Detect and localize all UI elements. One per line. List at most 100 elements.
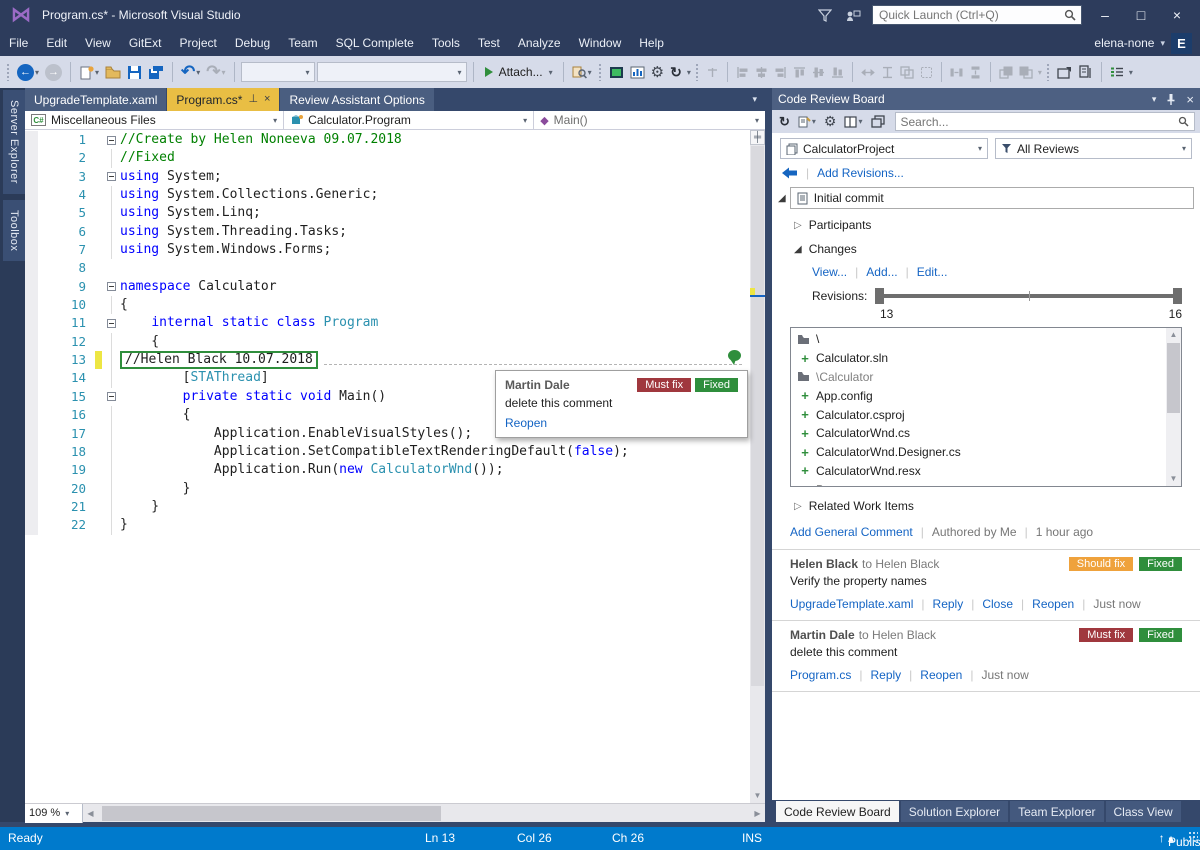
undo-icon[interactable]: ↶▾	[179, 61, 202, 83]
breakpoint-margin[interactable]	[25, 516, 38, 534]
editor-vertical-scrollbar[interactable]: ▲ ▼	[750, 130, 765, 803]
scroll-right-icon[interactable]: ▶	[750, 809, 765, 818]
project-select[interactable]: CalculatorProject ▾	[780, 138, 988, 159]
changes-add-link[interactable]: Add...	[866, 265, 897, 279]
fold-margin[interactable]	[102, 131, 120, 149]
menu-window[interactable]: Window	[570, 36, 631, 50]
project-dropdown[interactable]: C# Miscellaneous Files ▾	[25, 111, 284, 129]
new-review-icon[interactable]: ▾	[796, 111, 818, 133]
filelist-scrollbar[interactable]: ▲ ▼	[1166, 328, 1181, 486]
breakpoint-margin[interactable]	[25, 369, 38, 387]
menu-view[interactable]: View	[76, 36, 120, 50]
breakpoint-margin[interactable]	[25, 149, 38, 167]
file-row[interactable]: +Calculator.sln	[791, 349, 1166, 368]
panel-tab-solution-explorer[interactable]: Solution Explorer	[901, 801, 1008, 822]
breakpoint-margin[interactable]	[25, 241, 38, 259]
breakpoint-margin[interactable]	[25, 296, 38, 314]
navigate-search-icon[interactable]: ▾	[570, 61, 594, 83]
signed-in-user[interactable]: elena-none	[1094, 36, 1154, 50]
comment-link-reply[interactable]: Reply	[870, 668, 901, 682]
pin-icon[interactable]	[1166, 93, 1176, 105]
fold-margin[interactable]	[102, 168, 120, 186]
redo-icon[interactable]: ↷▾	[204, 61, 227, 83]
open-file-icon[interactable]	[103, 61, 123, 83]
menu-sql-complete[interactable]: SQL Complete	[327, 36, 423, 50]
menu-debug[interactable]: Debug	[226, 36, 279, 50]
file-row[interactable]: \Calculator	[791, 368, 1166, 387]
layout-icon[interactable]: ▾	[842, 111, 864, 133]
breakpoint-margin[interactable]	[25, 314, 38, 332]
menu-help[interactable]: Help	[630, 36, 673, 50]
attach-button[interactable]: Attach... ▾	[480, 61, 557, 83]
doc-tab-program-cs-[interactable]: Program.cs*⊥×	[167, 88, 279, 111]
breakpoint-margin[interactable]	[25, 480, 38, 498]
changes-node[interactable]: ◢ Changes	[772, 232, 1200, 256]
toolbar-combo-2[interactable]: ▾	[317, 62, 467, 82]
toolbar-options-caret-icon[interactable]: ▾	[1129, 68, 1133, 77]
new-window-icon[interactable]	[1055, 61, 1074, 83]
expander-collapsed-icon[interactable]: ▷	[794, 501, 802, 512]
comment-link-program-cs[interactable]: Program.cs	[790, 668, 851, 682]
menu-team[interactable]: Team	[279, 36, 326, 50]
split-editor-handle[interactable]: ╪	[750, 130, 765, 145]
file-row[interactable]: \	[791, 330, 1166, 349]
add-general-comment-link[interactable]: Add General Comment	[790, 525, 913, 539]
doc-tab-upgradetemplate-xaml[interactable]: UpgradeTemplate.xaml	[25, 88, 166, 111]
commit-node[interactable]: Initial commit	[790, 187, 1194, 209]
fold-margin[interactable]	[102, 388, 120, 406]
user-menu-caret-icon[interactable]: ▾	[1160, 38, 1165, 49]
breakpoint-margin[interactable]	[25, 461, 38, 479]
toolbar-grip[interactable]	[598, 63, 603, 81]
side-tab-server-explorer[interactable]: Server Explorer	[3, 90, 25, 194]
changed-files-list[interactable]: \+Calculator.sln\Calculator+App.config+C…	[790, 327, 1182, 487]
fold-margin[interactable]	[102, 278, 120, 296]
status-insert-mode[interactable]: INS	[742, 831, 762, 845]
review-search-box[interactable]	[895, 112, 1196, 131]
file-row[interactable]: +CalculatorWnd.Designer.cs	[791, 443, 1166, 462]
fold-collapse-icon[interactable]	[107, 136, 116, 145]
changes-view-link[interactable]: View...	[812, 265, 847, 279]
maximize-button[interactable]: □	[1128, 7, 1154, 23]
close-icon[interactable]: ×	[264, 94, 270, 105]
panel-menu-caret-icon[interactable]: ▾	[1152, 94, 1157, 105]
save-all-icon[interactable]	[146, 61, 166, 83]
panel-tab-class-view[interactable]: Class View	[1106, 801, 1181, 822]
scrollbar-thumb[interactable]	[1167, 343, 1180, 413]
doc-tab-review-assistant-options[interactable]: Review Assistant Options	[280, 88, 433, 111]
comment-link-reply[interactable]: Reply	[933, 597, 964, 611]
review-search-input[interactable]	[896, 115, 1174, 129]
slider-handle-max[interactable]	[1173, 288, 1182, 304]
tab-overflow-caret-icon[interactable]: ▾	[752, 94, 765, 111]
avatar[interactable]: E	[1171, 33, 1192, 54]
file-row[interactable]: +CalculatorWnd.cs	[791, 424, 1166, 443]
toolbar-grip[interactable]	[695, 63, 700, 81]
file-row[interactable]: +Calculator.csproj	[791, 405, 1166, 424]
side-tab-toolbox[interactable]: Toolbox	[3, 200, 25, 261]
gear-icon[interactable]: ⚙	[649, 61, 666, 83]
panel-tab-team-explorer[interactable]: Team Explorer	[1010, 801, 1103, 822]
search-icon[interactable]	[1173, 116, 1194, 127]
close-icon[interactable]: ×	[1186, 92, 1194, 107]
comment-link-upgradetemplate-xaml[interactable]: UpgradeTemplate.xaml	[790, 597, 913, 611]
forward-icon[interactable]: →	[43, 61, 64, 83]
authored-by-filter[interactable]: Authored by Me	[932, 525, 1017, 539]
breakpoint-margin[interactable]	[25, 351, 38, 369]
publish-button[interactable]: ↑ Publish ▴	[1159, 831, 1174, 845]
participants-node[interactable]: ▷ Participants	[772, 209, 1200, 232]
file-row[interactable]: +App.config	[791, 386, 1166, 405]
scrollbar-thumb[interactable]	[751, 146, 764, 686]
feedback-filter-icon[interactable]	[816, 6, 834, 24]
toolbar-overflow-caret-icon[interactable]: ▾	[687, 68, 691, 77]
breakpoint-margin[interactable]	[25, 168, 38, 186]
refresh-icon[interactable]: ↻	[777, 111, 792, 133]
type-dropdown[interactable]: Calculator.Program ▾	[284, 111, 534, 129]
comment-link-reopen[interactable]: Reopen	[1032, 597, 1074, 611]
quick-launch-input[interactable]	[873, 8, 1059, 22]
menu-test[interactable]: Test	[469, 36, 509, 50]
file-row[interactable]: +CalculatorWnd.resx	[791, 462, 1166, 481]
revision-range-slider[interactable]	[875, 287, 1182, 305]
breakpoint-margin[interactable]	[25, 186, 38, 204]
panel-tab-code-review-board[interactable]: Code Review Board	[776, 801, 899, 822]
back-arrow-icon[interactable]	[782, 167, 798, 179]
minimize-button[interactable]: –	[1092, 7, 1118, 23]
